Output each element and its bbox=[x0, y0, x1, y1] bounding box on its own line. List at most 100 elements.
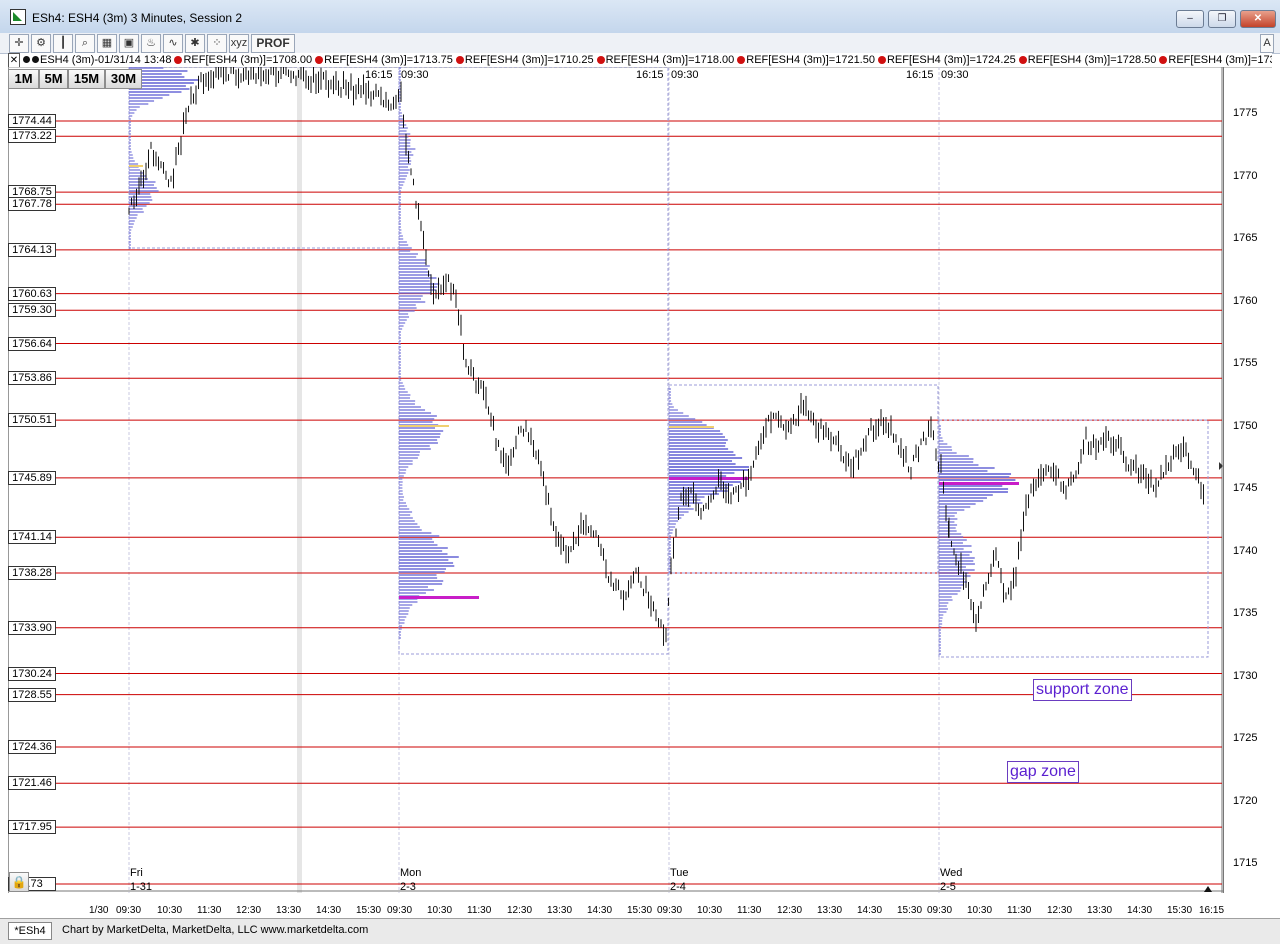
volume-profile-bar bbox=[399, 364, 401, 366]
price-axis-label: 1720 bbox=[1233, 794, 1258, 807]
volume-profile-bar bbox=[939, 647, 941, 649]
chart-tab[interactable]: *ESh4 bbox=[8, 922, 52, 940]
crosshair-icon[interactable]: ✛ bbox=[9, 34, 29, 53]
volume-profile-bar bbox=[399, 502, 406, 504]
volume-profile-bar bbox=[669, 391, 671, 393]
volume-profile-bar bbox=[129, 214, 138, 216]
volume-profile-bar bbox=[399, 355, 401, 357]
volume-profile-bar bbox=[939, 512, 957, 514]
maximize-button[interactable]: ❐ bbox=[1208, 10, 1236, 28]
marker-icon[interactable]: ✱ bbox=[185, 34, 205, 53]
volume-profile-bar bbox=[129, 121, 131, 123]
volume-profile-bar bbox=[939, 491, 1008, 493]
volume-profile-bar bbox=[399, 232, 402, 234]
volume-profile-bar bbox=[129, 244, 131, 246]
gear-icon[interactable]: ⚙ bbox=[31, 34, 51, 53]
volume-profile-bar bbox=[129, 100, 155, 102]
volume-profile-bar bbox=[399, 274, 431, 276]
volume-profile-bar bbox=[399, 568, 446, 570]
volume-profile-bar bbox=[399, 343, 401, 345]
volume-profile-bar bbox=[669, 475, 727, 477]
volume-profile-bar bbox=[399, 481, 403, 483]
timeframe-5m-button[interactable]: 5M bbox=[39, 69, 68, 89]
volume-profile-bar bbox=[399, 328, 403, 330]
alert-icon[interactable]: ♨ bbox=[141, 34, 161, 53]
volume-profile-bar bbox=[939, 548, 964, 550]
volume-profile-bar bbox=[399, 403, 415, 405]
poc-marker bbox=[399, 596, 479, 599]
volume-profile-bar bbox=[129, 217, 137, 219]
price-axis-label: 1760 bbox=[1233, 294, 1258, 307]
volume-profile-bar bbox=[399, 169, 410, 171]
volume-profile-bar bbox=[669, 445, 726, 447]
volume-profile-bar bbox=[939, 446, 952, 448]
volume-profile-bar bbox=[399, 544, 438, 546]
chart-icon[interactable]: ▣ bbox=[119, 34, 139, 53]
ref-value: REF[ESH4 (3m)]=1710.25 bbox=[464, 54, 594, 66]
time-axis-label: 13:30 bbox=[547, 905, 573, 916]
close-button[interactable]: ✕ bbox=[1240, 10, 1276, 28]
volume-profile-bar bbox=[399, 448, 431, 450]
volume-profile-bar bbox=[399, 295, 423, 297]
volume-profile-bar bbox=[129, 112, 135, 114]
volume-profile-bar bbox=[399, 478, 403, 480]
wave-icon[interactable]: ∿ bbox=[163, 34, 183, 53]
volume-profile-bar bbox=[939, 623, 943, 625]
dots-icon[interactable]: ⁘ bbox=[207, 34, 227, 53]
time-axis-label: 14:30 bbox=[857, 905, 883, 916]
volume-profile-bar bbox=[939, 449, 953, 451]
lock-icon[interactable]: 🔒 bbox=[9, 872, 29, 892]
volume-profile-bar bbox=[399, 148, 416, 150]
timeframe-1m-button[interactable]: 1M bbox=[8, 69, 39, 89]
volume-profile-bar bbox=[399, 310, 415, 312]
refbar-close-icon[interactable]: ✕ bbox=[8, 53, 20, 67]
volume-profile-bar bbox=[399, 268, 428, 270]
volume-profile-bar bbox=[939, 464, 979, 466]
volume-profile-bar bbox=[399, 304, 416, 306]
minimize-button[interactable]: ‒ bbox=[1176, 10, 1204, 28]
zoom-icon[interactable]: ⌕ bbox=[75, 34, 95, 53]
time-axis-label: 09:30 bbox=[387, 905, 413, 916]
timeframe-15m-button[interactable]: 15M bbox=[68, 69, 105, 89]
volume-profile-bar bbox=[399, 256, 417, 258]
grid-icon[interactable]: ▦ bbox=[97, 34, 117, 53]
volume-profile-bar bbox=[399, 349, 401, 351]
ref-value: REF[ESH4 (3m)]=1721.50 bbox=[746, 54, 875, 66]
volume-profile-bar bbox=[399, 124, 407, 126]
time-axis-label: 15:30 bbox=[356, 905, 382, 916]
volume-profile-bar bbox=[399, 400, 416, 402]
bars-icon[interactable]: ┃ bbox=[53, 34, 73, 53]
date-label: 2-4 bbox=[670, 881, 686, 893]
volume-profile-bar bbox=[669, 463, 736, 465]
volume-profile-bar bbox=[399, 265, 430, 267]
volume-profile-bar bbox=[399, 397, 411, 399]
volume-profile-bar bbox=[939, 599, 953, 601]
timeframe-30m-button[interactable]: 30M bbox=[105, 69, 142, 89]
xyz-icon[interactable]: xyz bbox=[229, 34, 249, 53]
ref-price-label: 1753.86 bbox=[8, 371, 56, 386]
support-zone-annotation[interactable]: support zone bbox=[1033, 679, 1132, 701]
volume-profile-bar bbox=[669, 535, 672, 537]
volume-profile-bar bbox=[129, 136, 131, 138]
volume-profile-bar bbox=[399, 508, 410, 510]
volume-profile-bar bbox=[399, 136, 409, 138]
volume-profile-bar bbox=[939, 452, 957, 454]
time-axis-label: 16:15 bbox=[1199, 905, 1225, 916]
volume-profile-bar bbox=[669, 388, 671, 390]
title-bar: ESh4: ESH4 (3m) 3 Minutes, Session 2 ‒ ❐… bbox=[0, 0, 1280, 34]
prof-button[interactable]: PROF bbox=[251, 34, 295, 53]
volume-profile-bar bbox=[399, 205, 401, 207]
gap-zone-annotation[interactable]: gap zone bbox=[1007, 761, 1079, 783]
ref-value: REF[ESH4 (3m)]=1718.00 bbox=[605, 54, 735, 66]
volume-profile-bar bbox=[939, 470, 988, 472]
time-axis-label: 12:30 bbox=[777, 905, 803, 916]
volume-profile-bar bbox=[939, 473, 1012, 475]
volume-profile-bar bbox=[399, 199, 401, 201]
volume-profile-bar bbox=[939, 521, 955, 523]
volume-profile-bar bbox=[399, 505, 408, 507]
ref-price-label: 1750.51 bbox=[8, 413, 56, 428]
corner-button[interactable]: A bbox=[1260, 34, 1274, 53]
ref-price-label: 1730.24 bbox=[8, 666, 56, 681]
volume-profile-bar bbox=[399, 574, 437, 576]
volume-profile-bar bbox=[399, 556, 459, 558]
